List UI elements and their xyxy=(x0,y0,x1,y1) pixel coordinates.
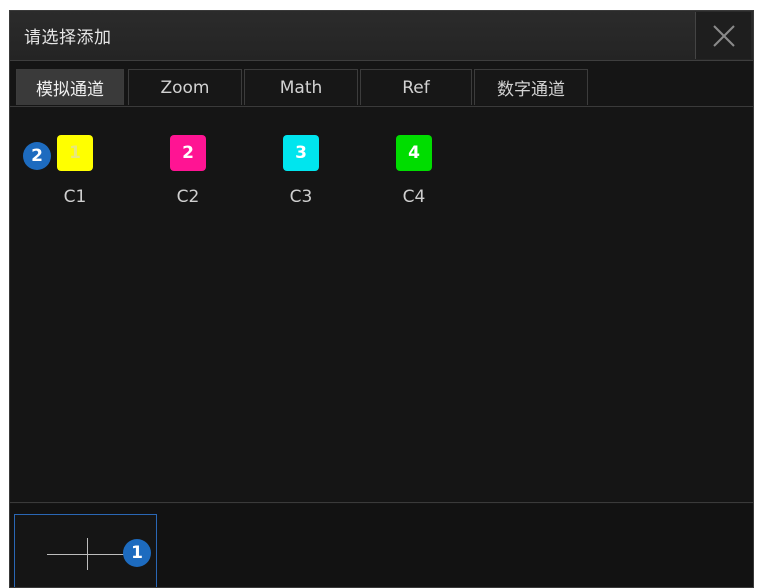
channel-2-icon: 2 xyxy=(170,135,206,171)
channel-item-c1[interactable]: 1 C1 xyxy=(45,135,105,215)
channel-list: 2 1 C1 2 C2 3 C3 4 C4 xyxy=(10,108,753,503)
crosshair-icon-vertical xyxy=(87,538,88,570)
channel-item-c2[interactable]: 2 C2 xyxy=(158,135,218,215)
add-source-slot[interactable]: 1 xyxy=(14,514,157,587)
channel-item-c4[interactable]: 4 C4 xyxy=(384,135,444,215)
tab-ref[interactable]: Ref xyxy=(360,69,472,105)
close-button[interactable] xyxy=(695,12,751,59)
channel-label: C1 xyxy=(63,187,87,207)
channel-1-icon: 1 xyxy=(57,135,93,171)
channel-3-icon: 3 xyxy=(283,135,319,171)
tab-label: Ref xyxy=(402,77,430,98)
tab-zoom[interactable]: Zoom xyxy=(128,69,242,105)
tab-analog-channels[interactable]: 模拟通道 xyxy=(16,69,124,105)
channel-item-c3[interactable]: 3 C3 xyxy=(271,135,331,215)
add-source-dialog: 请选择添加 模拟通道 Zoom Math Ref 数字通道 2 1 C1 2 C… xyxy=(9,10,754,588)
tab-math[interactable]: Math xyxy=(244,69,358,105)
tab-label: 模拟通道 xyxy=(36,80,104,100)
selected-sources-bar: 1 xyxy=(10,504,753,587)
step-badge-1: 1 xyxy=(123,539,151,567)
dialog-titlebar: 请选择添加 xyxy=(10,11,753,61)
channel-label: C2 xyxy=(176,187,200,207)
tab-label: 数字通道 xyxy=(497,80,565,100)
tab-label: Zoom xyxy=(160,77,210,98)
close-icon xyxy=(712,24,735,47)
dialog-title: 请选择添加 xyxy=(24,28,112,48)
channel-4-icon: 4 xyxy=(396,135,432,171)
crosshair-icon-horizontal xyxy=(47,554,125,555)
tab-digital-channels[interactable]: 数字通道 xyxy=(474,69,588,105)
channel-label: C4 xyxy=(402,187,426,207)
tab-label: Math xyxy=(279,77,323,98)
source-tabs: 模拟通道 Zoom Math Ref 数字通道 xyxy=(10,67,753,107)
channel-label: C3 xyxy=(289,187,313,207)
